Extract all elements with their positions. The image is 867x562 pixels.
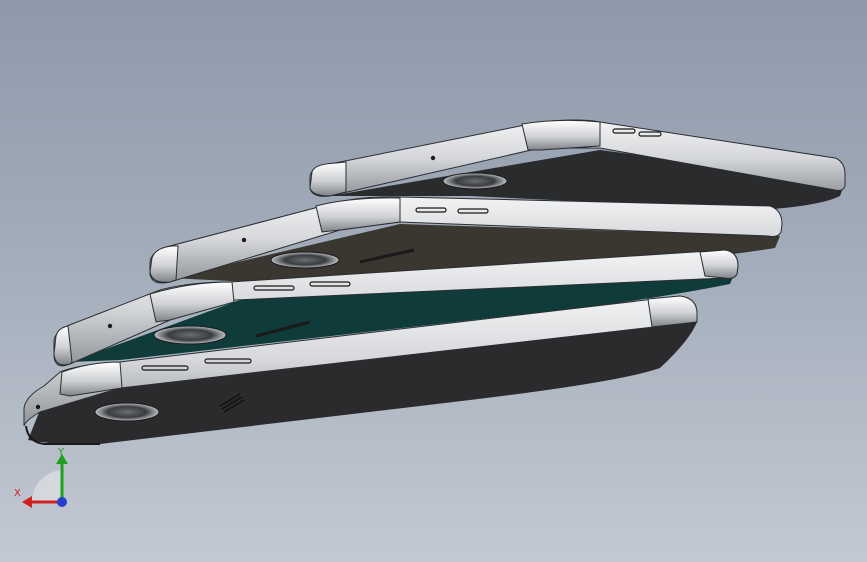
phone-corner-front-right xyxy=(647,295,698,328)
camera-lens xyxy=(153,325,227,345)
coordinate-triad: X Y xyxy=(14,447,68,508)
phone-corner-rear xyxy=(149,245,179,283)
phone-corner-front xyxy=(521,119,601,151)
cad-viewport[interactable]: X Y xyxy=(0,0,867,562)
camera-lens xyxy=(94,402,160,422)
phone-mic-hole xyxy=(430,155,436,161)
x-axis-arrowhead xyxy=(22,496,32,508)
camera-lens xyxy=(270,251,340,269)
phone-mic-hole xyxy=(241,237,247,243)
phone-corner-front xyxy=(315,197,401,233)
phone-mic-hole xyxy=(35,404,41,410)
camera-lens xyxy=(442,172,508,190)
y-axis-label: Y xyxy=(57,447,65,458)
phone-corner-front-right xyxy=(699,249,739,279)
phone-corner-rear xyxy=(309,161,347,197)
z-axis-dot xyxy=(57,497,67,507)
phone-mic-hole xyxy=(107,323,113,329)
x-axis-label: X xyxy=(14,488,21,499)
triad-quadrant xyxy=(31,470,62,502)
